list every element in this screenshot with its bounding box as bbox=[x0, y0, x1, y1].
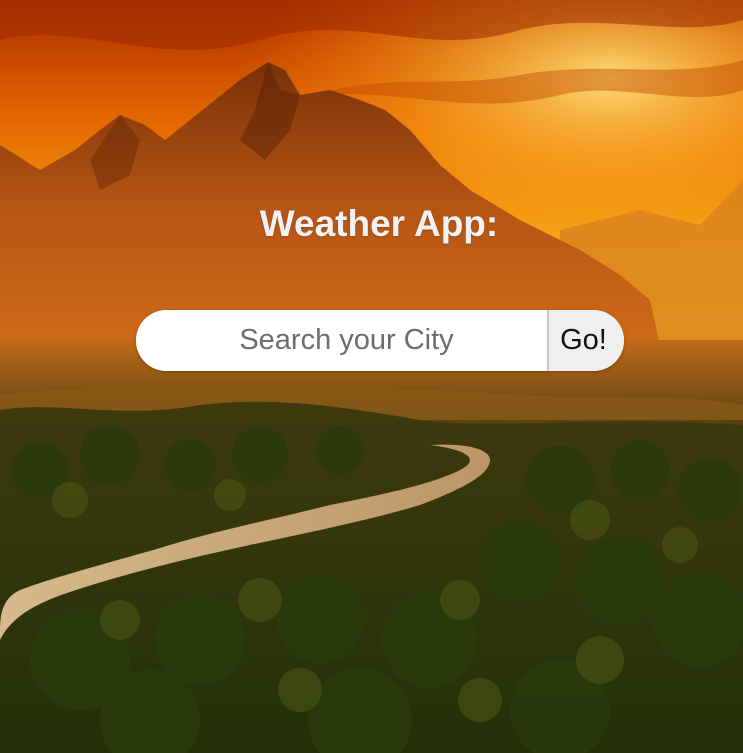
search-bar: Go! bbox=[136, 310, 624, 371]
background-landscape-image bbox=[0, 0, 743, 753]
app-root: Weather App: Go! bbox=[0, 0, 743, 753]
city-search-input[interactable] bbox=[136, 310, 547, 371]
app-title: Weather App: bbox=[259, 203, 499, 244]
go-button[interactable]: Go! bbox=[547, 310, 624, 371]
